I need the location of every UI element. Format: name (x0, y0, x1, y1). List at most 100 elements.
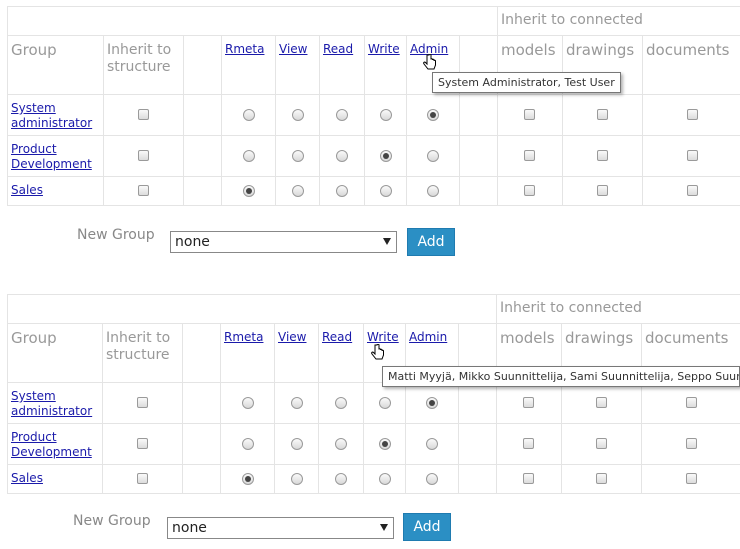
admin-radio[interactable] (427, 185, 439, 197)
rmeta-radio[interactable] (242, 109, 255, 121)
documents-checkbox[interactable] (685, 438, 697, 449)
documents-checkbox[interactable] (685, 473, 697, 484)
write-radio[interactable] (379, 109, 392, 121)
view-radio[interactable] (291, 185, 304, 197)
write-column-link[interactable]: Write (364, 324, 405, 344)
inherit-structure-checkbox[interactable] (137, 150, 149, 161)
permissions-table: Inherit to connected Group Inherit to st… (7, 294, 740, 494)
models-checkbox[interactable] (523, 438, 534, 449)
tooltip: System Administrator, Test User (432, 72, 621, 93)
models-checkbox[interactable] (523, 473, 534, 484)
group-link[interactable]: System administrator (8, 95, 103, 131)
drawings-checkbox[interactable] (596, 185, 608, 196)
read-radio[interactable] (335, 397, 347, 409)
write-radio[interactable] (378, 438, 391, 450)
view-radio[interactable] (291, 150, 304, 162)
new-group-select[interactable]: none (167, 517, 394, 539)
write-radio[interactable] (378, 397, 391, 409)
rmeta-column-link[interactable]: Rmeta (222, 36, 275, 56)
rmeta-radio[interactable] (241, 473, 254, 485)
group-header: Group (7, 35, 104, 95)
table-row: Product Development (7, 135, 740, 177)
group-link[interactable]: Sales (8, 177, 103, 198)
models-checkbox[interactable] (523, 397, 534, 408)
table-row: Product Development (7, 423, 740, 465)
rmeta-radio[interactable] (242, 185, 255, 197)
admin-radio[interactable] (426, 397, 438, 409)
write-column-link[interactable]: Write (365, 36, 406, 56)
new-group-select[interactable]: none (170, 231, 397, 253)
rmeta-column-link[interactable]: Rmeta (221, 324, 274, 344)
view-radio[interactable] (290, 473, 303, 485)
drawings-checkbox[interactable] (596, 150, 608, 161)
group-header: Group (7, 323, 103, 383)
hand-cursor-icon (371, 344, 384, 360)
group-link[interactable]: Product Development (8, 424, 102, 460)
new-group-label: New Group (77, 227, 155, 243)
read-radio[interactable] (336, 185, 348, 197)
inherit-structure-checkbox[interactable] (136, 473, 148, 484)
inherit-structure-checkbox[interactable] (136, 438, 148, 449)
table-row: Sales (7, 464, 740, 494)
read-radio[interactable] (336, 109, 348, 121)
inherit-structure-checkbox[interactable] (137, 185, 149, 196)
documents-checkbox[interactable] (686, 150, 698, 161)
admin-column-link[interactable]: Admin (406, 324, 458, 344)
view-radio[interactable] (291, 109, 304, 121)
group-link[interactable]: System administrator (8, 383, 102, 419)
new-group-select-value: none (172, 520, 207, 536)
read-column-link[interactable]: Read (320, 36, 364, 56)
write-radio[interactable] (379, 185, 392, 197)
rmeta-radio[interactable] (242, 150, 255, 162)
hand-cursor-icon (423, 54, 436, 70)
inherit-connected-header: Inherit to connected (497, 6, 740, 36)
view-radio[interactable] (290, 438, 303, 450)
inherit-connected-header: Inherit to connected (496, 294, 740, 324)
models-checkbox[interactable] (524, 185, 535, 196)
inherit-structure-checkbox[interactable] (136, 397, 148, 408)
add-group-button[interactable]: Add (407, 228, 455, 256)
group-link[interactable]: Product Development (8, 136, 103, 172)
drawings-checkbox[interactable] (595, 397, 607, 408)
documents-checkbox[interactable] (685, 397, 697, 408)
write-radio[interactable] (378, 473, 391, 485)
inherit-structure-header: Inherit to structure (102, 323, 183, 383)
table-row: System administrator (7, 94, 740, 136)
read-column-link[interactable]: Read (319, 324, 363, 344)
rmeta-radio[interactable] (241, 438, 254, 450)
chevron-down-icon (380, 524, 388, 531)
documents-checkbox[interactable] (686, 185, 698, 196)
inherit-structure-checkbox[interactable] (137, 109, 149, 120)
admin-radio[interactable] (426, 473, 438, 485)
view-column-link[interactable]: View (276, 36, 319, 56)
table-row: System administrator (7, 382, 740, 424)
write-radio[interactable] (379, 150, 392, 162)
table-row: Sales (7, 176, 740, 206)
read-radio[interactable] (335, 473, 347, 485)
permissions-table: Inherit to connected Group Inherit to st… (7, 6, 740, 206)
chevron-down-icon (383, 238, 391, 245)
inherit-structure-header: Inherit to structure (103, 35, 184, 95)
admin-column-link[interactable]: Admin (407, 36, 459, 56)
rmeta-radio[interactable] (241, 397, 254, 409)
new-group-select-value: none (175, 234, 210, 250)
read-radio[interactable] (336, 150, 348, 162)
admin-radio[interactable] (427, 150, 439, 162)
admin-radio[interactable] (427, 109, 439, 121)
view-radio[interactable] (290, 397, 303, 409)
group-link[interactable]: Sales (8, 465, 102, 486)
documents-checkbox[interactable] (686, 109, 698, 120)
models-checkbox[interactable] (524, 109, 535, 120)
admin-radio[interactable] (426, 438, 438, 450)
drawings-checkbox[interactable] (596, 109, 608, 120)
drawings-checkbox[interactable] (595, 473, 607, 484)
view-column-link[interactable]: View (275, 324, 318, 344)
read-radio[interactable] (335, 438, 347, 450)
tooltip: Matti Myyjä, Mikko Suunnittelija, Sami S… (382, 366, 740, 387)
drawings-checkbox[interactable] (595, 438, 607, 449)
header-spacer (7, 6, 498, 36)
models-checkbox[interactable] (524, 150, 535, 161)
documents-header: documents (642, 35, 740, 95)
add-group-button[interactable]: Add (403, 513, 451, 541)
header-spacer (7, 294, 497, 324)
